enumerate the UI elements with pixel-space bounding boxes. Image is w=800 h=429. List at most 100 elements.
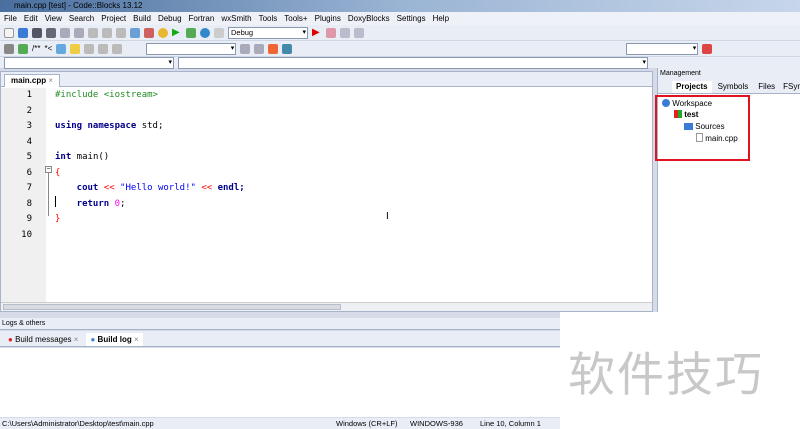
menu-help[interactable]: Help <box>433 12 449 25</box>
menu-plugins[interactable]: Plugins <box>315 12 341 25</box>
print-icon[interactable] <box>4 43 14 54</box>
menu-debug[interactable]: Debug <box>158 12 182 25</box>
line-number: 3 <box>26 121 32 131</box>
build-run-icon[interactable] <box>186 27 196 38</box>
open-icon[interactable] <box>18 27 28 38</box>
prev-icon[interactable] <box>98 43 109 54</box>
abort-icon[interactable] <box>214 27 224 38</box>
panel-title: Management <box>658 68 800 79</box>
bookmark-icon[interactable] <box>84 43 95 54</box>
find-icon[interactable] <box>130 27 140 38</box>
menu-search[interactable]: Search <box>69 12 94 25</box>
redo-icon[interactable] <box>74 27 84 38</box>
menu-doxyblocks[interactable]: DoxyBlocks <box>348 12 390 25</box>
code-line[interactable]: int main() <box>55 152 109 162</box>
doxy-line-button[interactable]: *< <box>44 44 52 53</box>
line-number: 10 <box>21 229 32 240</box>
status-path: C:\Users\Administrator\Desktop\test\main… <box>2 419 154 428</box>
doxy-comment-button[interactable]: /** <box>32 44 40 53</box>
tree-file[interactable]: main.cpp <box>696 133 738 144</box>
tools-icon[interactable] <box>702 43 713 54</box>
menu-wxsmith[interactable]: wxSmith <box>221 12 251 25</box>
undo-icon[interactable] <box>60 27 70 38</box>
doxywizard-icon[interactable] <box>18 43 28 54</box>
code-line[interactable]: { <box>55 168 60 178</box>
build-icon[interactable] <box>158 27 168 38</box>
rebuild-icon[interactable] <box>200 27 210 38</box>
close-icon[interactable]: × <box>134 335 139 344</box>
cut-icon[interactable] <box>88 27 98 38</box>
debug-next-icon[interactable] <box>340 27 350 38</box>
tree-label: main.cpp <box>705 134 738 143</box>
run-icon[interactable]: ▶ <box>172 27 182 38</box>
tab-symbols[interactable]: Symbols <box>714 81 753 93</box>
number-literal: 0 <box>109 198 121 209</box>
debug-icon[interactable]: ▶ <box>312 27 322 38</box>
code-line[interactable]: using namespace std; <box>55 121 163 131</box>
new-file-icon[interactable] <box>4 27 14 38</box>
menu-tools-plus[interactable]: Tools+ <box>284 12 307 25</box>
tab-projects[interactable]: Projects <box>672 81 712 93</box>
back-icon[interactable] <box>240 43 251 54</box>
menu-view[interactable]: View <box>45 12 62 25</box>
status-bar: C:\Users\Administrator\Desktop\test\main… <box>0 418 560 429</box>
tree-folder[interactable]: Sources <box>684 121 725 132</box>
code-line[interactable]: cout << "Hello world!" << endl; <box>55 183 245 193</box>
search-select[interactable] <box>626 42 699 55</box>
line-number: 4 <box>26 136 32 147</box>
code-text: cout <box>55 183 104 193</box>
forward-icon[interactable] <box>254 43 265 54</box>
menu-fortran[interactable]: Fortran <box>189 12 215 25</box>
tab-files[interactable]: Files <box>754 81 779 93</box>
menu-tools[interactable]: Tools <box>259 12 278 25</box>
tab-label: Build log <box>97 335 132 344</box>
line-number: 5 <box>26 152 32 162</box>
line-number: 6 <box>26 167 32 178</box>
code-line[interactable]: } <box>55 214 60 224</box>
menu-edit[interactable]: Edit <box>24 12 38 25</box>
debug-stop-icon[interactable] <box>354 27 364 38</box>
scrollbar-thumb[interactable] <box>3 304 341 310</box>
copy-icon[interactable] <box>102 27 112 38</box>
close-icon[interactable]: × <box>74 335 79 344</box>
keyword: int <box>55 152 72 162</box>
menu-settings[interactable]: Settings <box>397 12 426 25</box>
operator: << <box>201 183 213 193</box>
project-icon <box>674 110 682 118</box>
tree-workspace[interactable]: Workspace <box>662 98 712 109</box>
watermark-area: 软件技巧 <box>560 312 800 429</box>
editor-tabs: main.cpp × <box>1 72 652 87</box>
tab-build-log[interactable]: ● Build log × <box>86 333 143 346</box>
menu-file[interactable]: File <box>4 12 17 25</box>
tip-icon[interactable] <box>70 43 81 54</box>
tab-build-messages[interactable]: ● Build messages × <box>4 333 82 346</box>
debug-step-icon[interactable] <box>326 27 336 38</box>
code-line[interactable]: return 0; <box>55 198 126 209</box>
extract-icon[interactable] <box>56 43 67 54</box>
fold-toggle-icon[interactable]: − <box>45 166 52 173</box>
replace-icon[interactable] <box>144 27 154 38</box>
tab-main-cpp[interactable]: main.cpp × <box>4 74 61 87</box>
highlight-icon[interactable] <box>268 43 279 54</box>
menu-project[interactable]: Project <box>101 12 126 25</box>
text-cursor <box>55 196 56 207</box>
jump-icon[interactable] <box>282 43 293 54</box>
scope-select[interactable] <box>4 56 174 69</box>
build-target-select[interactable]: Debug <box>228 26 308 39</box>
next-icon[interactable] <box>112 43 123 54</box>
code-completion-select[interactable] <box>146 42 237 55</box>
line-number: 2 <box>26 105 32 116</box>
build-log-output[interactable] <box>0 348 560 417</box>
save-icon[interactable] <box>32 27 42 38</box>
function-select[interactable] <box>178 56 648 69</box>
paste-icon[interactable] <box>116 27 126 38</box>
menu-bar: File Edit View Search Project Build Debug Fortr… <box>0 12 800 25</box>
close-icon[interactable]: × <box>48 76 53 85</box>
save-all-icon[interactable] <box>46 27 56 38</box>
menu-build[interactable]: Build <box>133 12 151 25</box>
tree-project[interactable]: test <box>674 109 698 120</box>
horizontal-scrollbar[interactable] <box>1 302 652 311</box>
tab-fsymb[interactable]: FSymb <box>781 81 800 93</box>
code-line[interactable]: #include <iostream> <box>55 90 158 100</box>
status-encoding: WINDOWS-936 <box>410 419 463 428</box>
